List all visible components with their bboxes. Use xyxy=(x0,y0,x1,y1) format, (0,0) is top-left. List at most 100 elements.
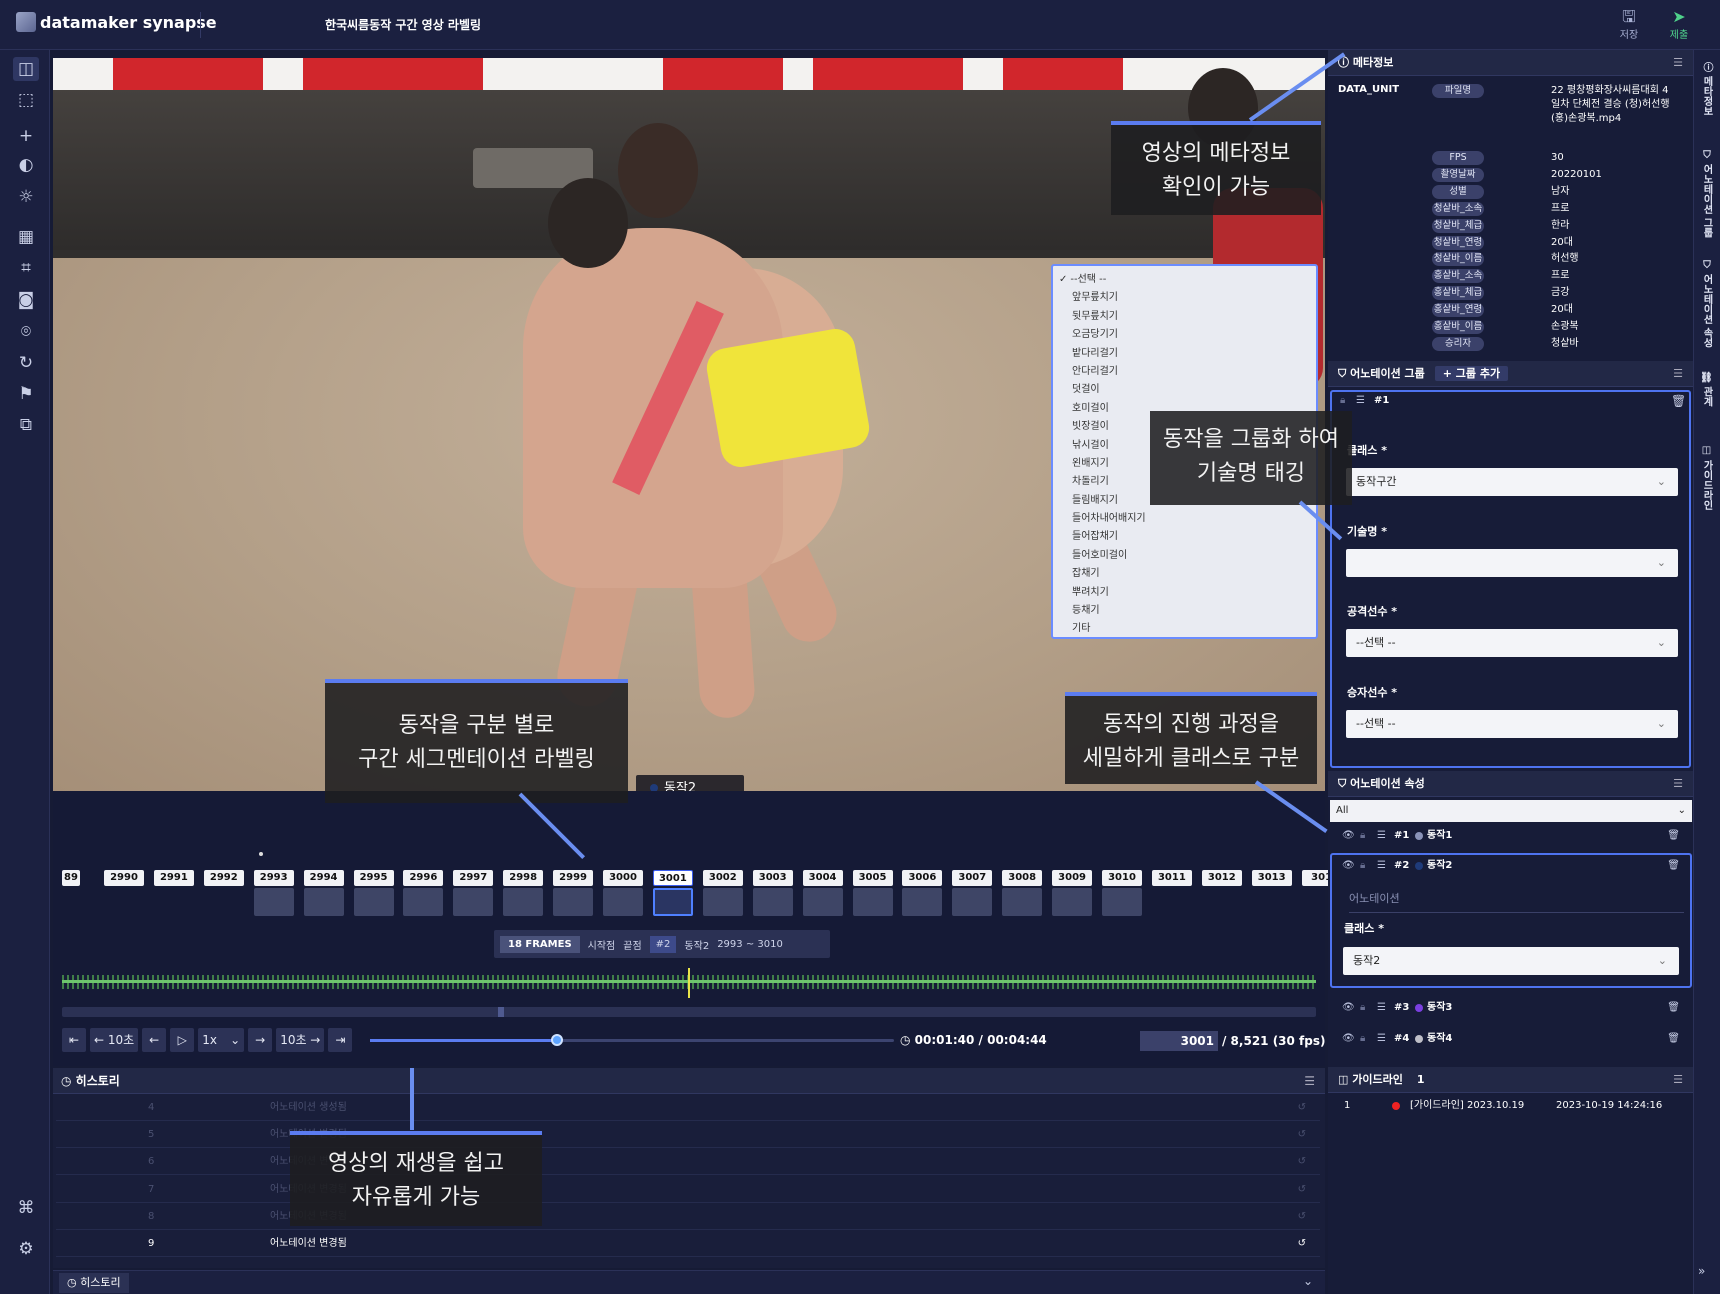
dropdown-option-selected[interactable]: ✓ --선택 -- xyxy=(1053,271,1316,289)
frame-label[interactable]: 3003 xyxy=(752,870,793,886)
undo-icon[interactable]: ↺ xyxy=(1298,1148,1306,1175)
undo-icon[interactable]: ↺ xyxy=(1298,1176,1306,1203)
menu-icon[interactable]: ☰ xyxy=(1673,771,1683,797)
frame-label[interactable]: 3001 xyxy=(652,870,693,886)
crop-icon[interactable]: ⌗ xyxy=(13,256,39,280)
submit-button[interactable]: ➤ 제출 xyxy=(1664,8,1694,42)
first-frame-button[interactable]: ⇤ xyxy=(62,1028,86,1052)
tab-side-0[interactable]: ⓘ 메타정보 xyxy=(1699,62,1714,116)
annotation-row[interactable]: 👁︎ 🔒︎ ☰ #2 동작2 🗑︎ xyxy=(1330,852,1692,880)
segment-cell[interactable] xyxy=(503,888,544,916)
frame-label[interactable]: 3002 xyxy=(702,870,743,886)
menu-icon[interactable]: ☰ xyxy=(1673,1067,1683,1093)
dropdown-option[interactable]: 오금당기기 xyxy=(1053,326,1316,344)
segment-cell[interactable] xyxy=(952,888,993,916)
tab-side-2[interactable]: ⛉ 어노테이션 속성 xyxy=(1699,260,1714,347)
lock-icon[interactable]: 🔒︎ xyxy=(1360,994,1365,1022)
add-group-button[interactable]: + 그룹 추가 xyxy=(1434,366,1509,381)
eye-icon[interactable]: 👁︎ xyxy=(1342,852,1355,880)
lock-icon[interactable]: 🔒︎ xyxy=(1360,852,1365,880)
last-frame-button[interactable]: ⇥ xyxy=(328,1028,353,1052)
frame-label[interactable]: 2999 xyxy=(553,870,594,886)
history-row[interactable]: 6어노테이션 변경됨↺ xyxy=(56,1148,1320,1176)
history-row[interactable]: 4 어노테이션 생성됨 ↺ xyxy=(56,1094,1320,1121)
bbox-icon[interactable]: ⬚ xyxy=(13,88,39,112)
undo-icon[interactable]: ↺ xyxy=(1298,1094,1306,1121)
frame-label[interactable]: 3000 xyxy=(603,870,643,886)
scroll-thumb[interactable] xyxy=(498,1007,504,1017)
frame-label[interactable]: 3007 xyxy=(952,870,993,886)
menu-icon[interactable]: ☰ xyxy=(1673,50,1683,76)
segment-cell[interactable] xyxy=(702,888,743,916)
lock-icon[interactable]: 🔒︎ xyxy=(1360,822,1365,850)
settings-icon[interactable]: ⚙ xyxy=(13,1237,39,1261)
drag-icon[interactable]: ☰ xyxy=(1377,822,1386,850)
guide-row[interactable]: 1 [가이드라인] 2023.10.19 2023-10-19 14:24:16 xyxy=(1330,1093,1692,1119)
segment-cell[interactable] xyxy=(652,888,693,916)
frame-label[interactable]: 3012 xyxy=(1201,870,1242,886)
playhead[interactable] xyxy=(688,968,690,998)
seek-knob[interactable] xyxy=(551,1034,563,1046)
tab-side-4[interactable]: ◫ 가이드라인 xyxy=(1699,445,1714,510)
frame-label[interactable]: 3010 xyxy=(1102,870,1142,886)
attrs-filter-select[interactable]: All ⌄ xyxy=(1330,800,1692,822)
frame-label[interactable]: 3004 xyxy=(802,870,843,886)
segment-cell[interactable] xyxy=(752,888,793,916)
segment-info-bar[interactable]: 18 FRAMES 시작점 끝점 #2 동작2 2993 ~ 3010 xyxy=(494,930,830,958)
segment-cell[interactable] xyxy=(253,888,294,916)
frame-label[interactable]: 2991 xyxy=(153,870,194,886)
undo-icon[interactable]: ↺ xyxy=(1298,1230,1306,1257)
frame-input[interactable]: 3001 xyxy=(1140,1031,1218,1051)
back-10s-button[interactable]: ← 10초 xyxy=(90,1028,139,1052)
frame-label[interactable]: 2997 xyxy=(453,870,494,886)
tab-side-3[interactable]: ⛓ 관계 xyxy=(1699,370,1714,407)
expand-icon[interactable]: » xyxy=(1698,1264,1705,1278)
tab-history[interactable]: ◷ 히스토리 xyxy=(59,1273,129,1293)
dropdown-option[interactable]: 잡채기 xyxy=(1053,565,1316,583)
segment-cell[interactable] xyxy=(553,888,594,916)
segment-cell[interactable] xyxy=(1052,888,1093,916)
lock-icon[interactable]: 🔒︎ xyxy=(1360,1025,1365,1053)
trash-icon[interactable]: 🗑︎ xyxy=(1671,394,1686,408)
speed-select[interactable]: 1x ⌄ xyxy=(198,1028,245,1052)
app-logo[interactable]: datamaker synapse xyxy=(16,12,217,32)
segment-cell[interactable] xyxy=(303,888,344,916)
segment-cell[interactable] xyxy=(603,888,643,916)
frame-label[interactable]: 2992 xyxy=(203,870,244,886)
dropdown-option[interactable]: 앞무릎치기 xyxy=(1053,289,1316,307)
undo-icon[interactable]: ↺ xyxy=(1298,1121,1306,1148)
next-frame-button[interactable]: → xyxy=(248,1028,273,1052)
command-icon[interactable]: ⌘ xyxy=(13,1196,39,1220)
prev-frame-button[interactable]: ← xyxy=(142,1028,167,1052)
history-row[interactable]: 7어노테이션 변경됨↺ xyxy=(56,1176,1320,1203)
segment-cell[interactable] xyxy=(453,888,494,916)
eye-icon[interactable]: 👁︎ xyxy=(1342,1025,1355,1053)
seek-bar[interactable] xyxy=(370,1039,894,1042)
pin-icon[interactable]: ⌾ xyxy=(13,320,39,344)
segment-cell[interactable] xyxy=(852,888,893,916)
flag-icon[interactable]: ⚑ xyxy=(13,382,39,406)
rotate-icon[interactable]: ↻ xyxy=(13,351,39,375)
frame-label[interactable]: 2995 xyxy=(353,870,394,886)
chevron-down-icon[interactable]: ⌄ xyxy=(1303,1274,1313,1288)
winner-select[interactable]: --선택 -- ⌄ xyxy=(1346,710,1678,738)
frame-label[interactable]: 2993 xyxy=(253,870,294,886)
segment-end-button[interactable]: 끝점 xyxy=(623,937,641,952)
frame-label[interactable]: 3011 xyxy=(1151,870,1192,886)
segment-cell[interactable] xyxy=(403,888,444,916)
dropdown-option[interactable]: 들어호미걸이 xyxy=(1053,547,1316,565)
segment-cell[interactable] xyxy=(353,888,394,916)
annotation-row[interactable]: 👁︎ 🔒︎ ☰ #1 동작1 🗑︎ xyxy=(1330,822,1692,850)
dropdown-option[interactable]: 뒷무릎치기 xyxy=(1053,308,1316,326)
frame-label[interactable]: 2998 xyxy=(503,870,544,886)
tab-side-1[interactable]: ⛉ 어노테이션 그룹 xyxy=(1699,150,1714,237)
frame-label[interactable]: 3005 xyxy=(852,870,893,886)
drag-icon[interactable]: ☰ xyxy=(1356,395,1365,406)
save-button[interactable]: 🖫 저장 xyxy=(1614,8,1644,42)
skill-select[interactable]: ⌄ xyxy=(1346,549,1678,577)
eye-icon[interactable]: 👁︎ xyxy=(1342,994,1355,1022)
segment-cell[interactable] xyxy=(902,888,943,916)
dropdown-option[interactable]: 덧걸이 xyxy=(1053,381,1316,399)
drag-icon[interactable]: ☰ xyxy=(1377,994,1386,1022)
attacker-select[interactable]: --선택 -- ⌄ xyxy=(1346,629,1678,657)
